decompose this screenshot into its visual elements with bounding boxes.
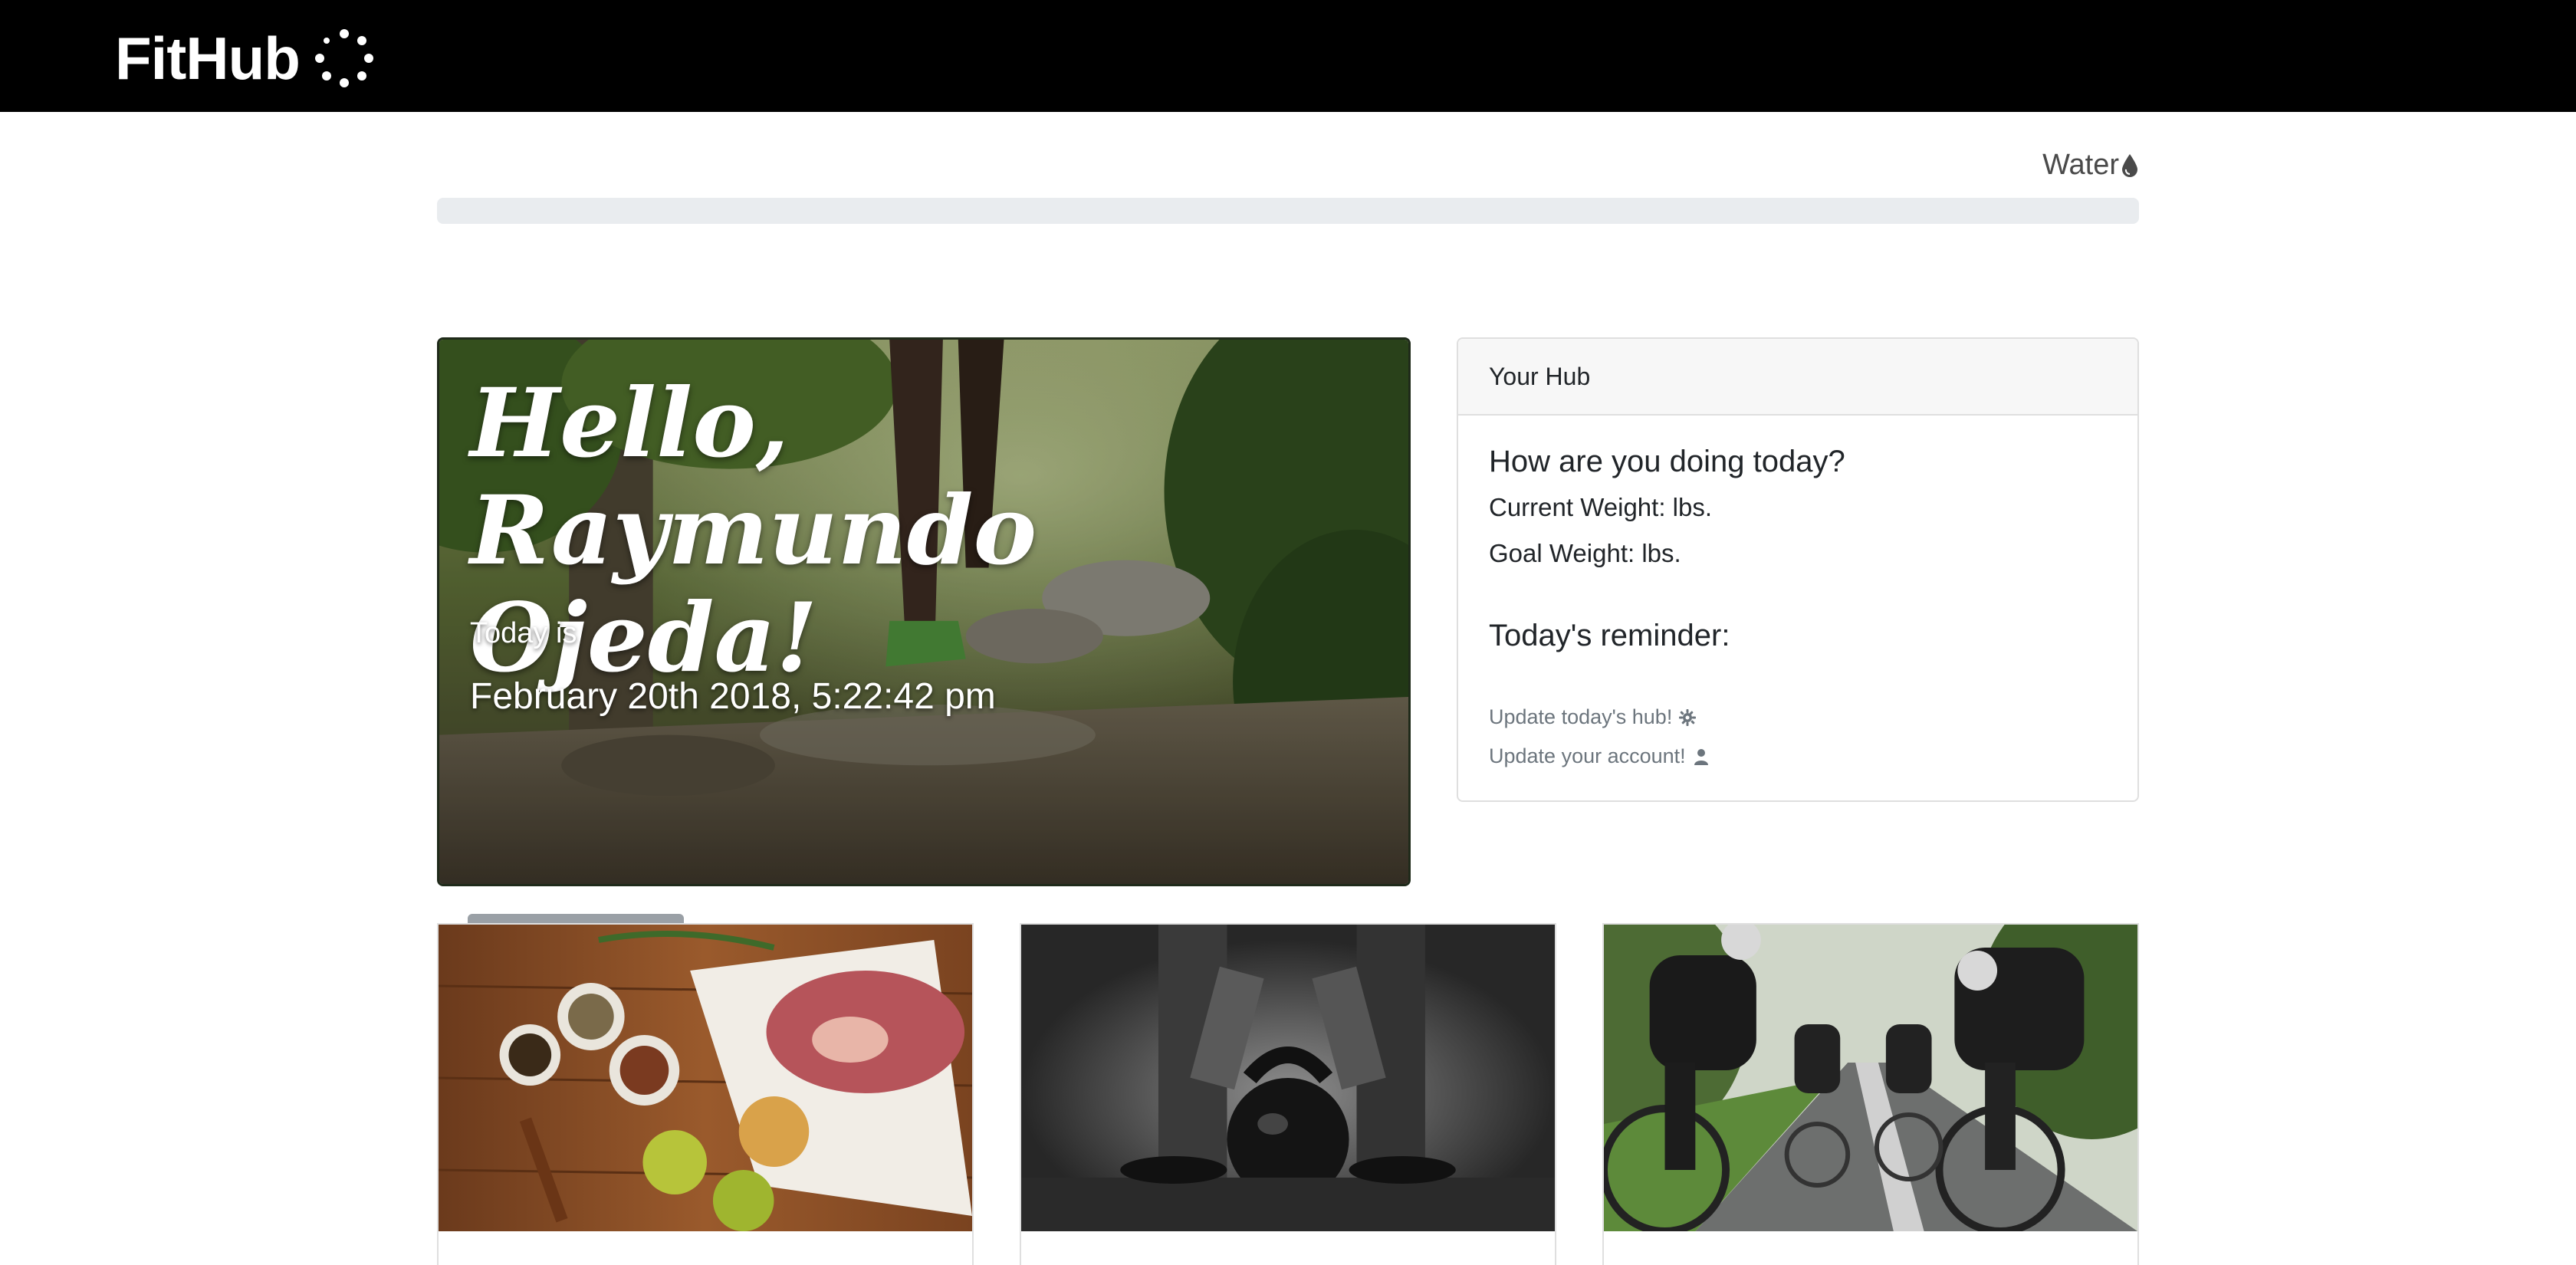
hub-question: How are you doing today?	[1489, 445, 1845, 478]
feature-card-strength[interactable]	[1020, 923, 1556, 1265]
current-datetime: February 20th 2018, 5:22:42 pm	[470, 676, 996, 717]
water-label-text: Water	[2042, 149, 2119, 181]
gear-icon	[1679, 708, 1697, 726]
today-label: Today is	[470, 617, 577, 649]
update-account-label: Update your account!	[1489, 744, 1686, 767]
spinner-dots-icon	[314, 29, 373, 87]
feature-card-nutrition[interactable]	[437, 923, 974, 1265]
brand-logo-link[interactable]: FitHub	[115, 25, 375, 92]
your-hub-card: Your Hub How are you doing today? Curren…	[1457, 337, 2139, 802]
reminder-heading: Today's reminder:	[1489, 619, 1730, 652]
hub-card-header: Your Hub	[1458, 339, 2137, 416]
cyclists-photo	[1604, 925, 2137, 1231]
water-drop-icon	[2122, 153, 2137, 177]
hub-card-body: How are you doing today? Current Weight:…	[1458, 416, 2137, 797]
current-weight: Current Weight: lbs.	[1489, 493, 1713, 521]
goal-weight: Goal Weight: lbs.	[1489, 539, 1681, 567]
water-label: Water	[2042, 149, 2139, 182]
food-ingredients-photo	[439, 925, 972, 1231]
update-hub-link[interactable]: Update today's hub!	[1489, 705, 2107, 729]
hero-welcome-card: Hello, Raymundo Ojeda! Today is February…	[437, 337, 1411, 886]
update-hub-label: Update today's hub!	[1489, 705, 1673, 728]
top-navbar: FitHub	[0, 0, 2576, 112]
water-progress-bar	[437, 198, 2139, 224]
feature-card-cardio[interactable]	[1602, 923, 2139, 1265]
update-account-link[interactable]: Update your account!	[1489, 744, 2107, 768]
brand-name: FitHub	[115, 24, 301, 92]
user-icon	[1694, 748, 1708, 765]
greeting-heading: Hello, Raymundo Ojeda!	[470, 368, 1037, 694]
kettlebell-photo	[1021, 925, 1555, 1231]
